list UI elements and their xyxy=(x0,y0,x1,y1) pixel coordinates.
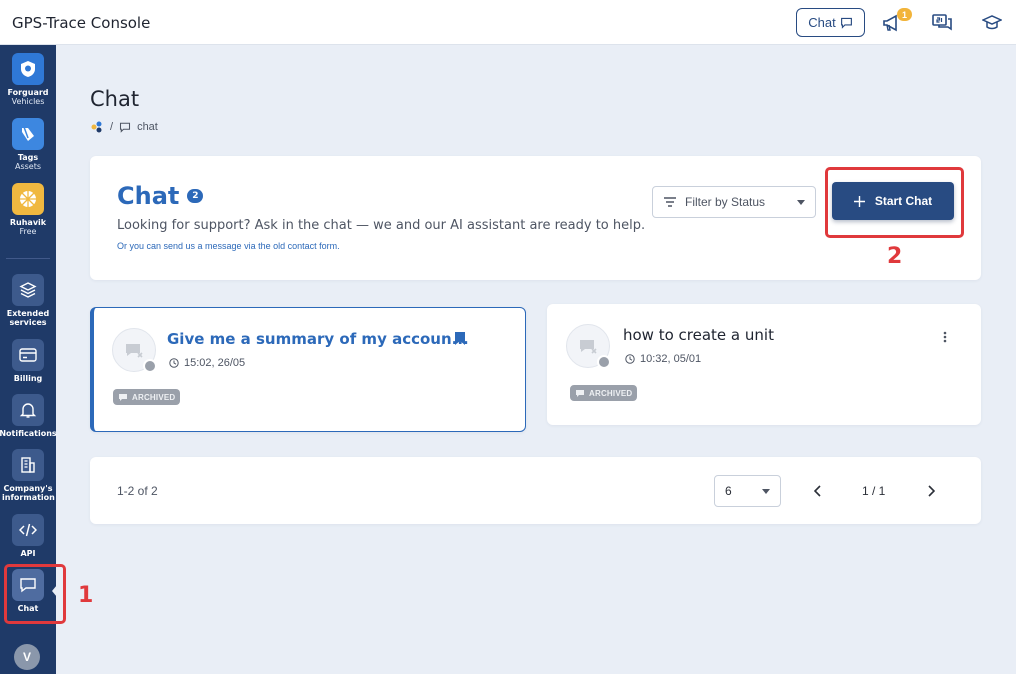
top-chat-label: Chat xyxy=(808,15,836,30)
chat-header-description: Looking for support? Ask in the chat — w… xyxy=(117,218,646,233)
chat-avatar xyxy=(112,328,157,373)
building-icon xyxy=(12,449,44,481)
archived-badge: ARCHIVED xyxy=(113,389,181,405)
tag-icon xyxy=(12,118,44,150)
sidebar-app-sub: Vehicles xyxy=(11,97,45,106)
clock-icon xyxy=(169,358,179,368)
sidebar-item-extended-services[interactable]: Extended services xyxy=(0,274,56,327)
notification-badge: 1 xyxy=(897,8,912,21)
sidebar-divider xyxy=(6,258,50,259)
archived-label: ARCHIVED xyxy=(132,392,176,402)
annotation-box-1 xyxy=(4,564,66,624)
pagination-card: 1-2 of 2 6 1 / 1 xyxy=(90,457,981,524)
chat-count-badge: 2 xyxy=(187,189,204,203)
sidebar-app-label: Tags xyxy=(17,153,39,162)
chat-title[interactable]: Give me a summary of my accoun... xyxy=(167,330,469,348)
shield-icon xyxy=(12,53,44,85)
chat-avatar xyxy=(566,324,611,369)
chat-header-title: Chat 2 xyxy=(117,182,204,210)
sidebar-app-sub: Free xyxy=(19,227,37,236)
sidebar-app-tags[interactable]: Tags Assets xyxy=(0,118,56,171)
sidebar-item-api[interactable]: API xyxy=(0,514,56,558)
chevron-down-icon xyxy=(762,488,770,494)
sidebar-item-label: Notifications xyxy=(0,429,57,438)
graduation-cap-icon[interactable] xyxy=(981,12,1003,34)
breadcrumb-current: chat xyxy=(137,121,158,133)
home-logo-icon[interactable] xyxy=(90,120,104,134)
more-vertical-icon[interactable] xyxy=(943,330,947,348)
sidebar-item-billing[interactable]: Billing xyxy=(0,339,56,383)
offline-status-dot xyxy=(143,359,157,373)
credit-card-icon xyxy=(12,339,44,371)
layers-icon xyxy=(12,274,44,306)
breadcrumb: / chat xyxy=(90,120,158,134)
code-icon xyxy=(12,514,44,546)
filter-by-status-select[interactable]: Filter by Status xyxy=(652,186,816,218)
sidebar-item-company-information[interactable]: Company's information xyxy=(0,449,56,502)
page-indicator: 1 / 1 xyxy=(862,484,886,498)
page-title: Chat xyxy=(90,87,140,111)
filter-placeholder: Filter by Status xyxy=(685,195,766,209)
chat-card[interactable]: how to create a unit 10:32, 05/01 ARCHIV… xyxy=(547,304,981,425)
sidebar-item-label: Company's information xyxy=(2,484,55,502)
ruhavik-icon xyxy=(12,183,44,215)
bell-icon xyxy=(12,394,44,426)
top-bar: GPS-Trace Console Chat 1 xyxy=(0,0,1016,45)
archived-label: ARCHIVED xyxy=(589,388,633,398)
chat-title[interactable]: how to create a unit xyxy=(623,326,774,344)
filter-icon xyxy=(664,197,676,207)
chat-bubble-icon xyxy=(840,17,852,29)
sidebar-app-forguard[interactable]: Forguard Vehicles xyxy=(0,53,56,106)
next-page-button[interactable] xyxy=(921,481,941,501)
offline-status-dot xyxy=(597,355,611,369)
clock-icon xyxy=(625,354,635,364)
sidebar-app-ruhavik[interactable]: Ruhavik Free xyxy=(0,183,56,236)
chat-off-icon xyxy=(119,393,127,401)
chat-off-icon xyxy=(126,344,143,358)
old-contact-form-link[interactable]: Or you can send us a message via the old… xyxy=(117,241,340,251)
chevron-right-icon xyxy=(928,485,935,497)
sidebar-app-sub: Assets xyxy=(14,162,42,171)
per-page-select[interactable]: 6 xyxy=(714,475,781,507)
chat-time-text: 15:02, 26/05 xyxy=(184,357,246,369)
top-chat-button[interactable]: Chat xyxy=(796,8,865,37)
annotation-box-2 xyxy=(825,167,964,238)
sidebar-app-label: Ruhavik xyxy=(9,218,47,227)
breadcrumb-separator: / xyxy=(110,121,114,133)
sidebar-app-label: Forguard xyxy=(7,88,49,97)
chat-card[interactable]: Give me a summary of my accoun... 15:02,… xyxy=(90,307,526,432)
chat-off-icon xyxy=(576,389,584,397)
faq-icon[interactable] xyxy=(931,12,953,34)
pagination-range: 1-2 of 2 xyxy=(117,484,158,498)
chat-off-icon xyxy=(580,340,597,354)
app-title: GPS-Trace Console xyxy=(12,14,151,32)
chat-time: 15:02, 26/05 xyxy=(169,357,245,369)
previous-page-button[interactable] xyxy=(808,481,828,501)
bookmark-icon[interactable] xyxy=(455,332,465,345)
chevron-left-icon xyxy=(814,485,821,497)
avatar[interactable]: V xyxy=(14,644,40,670)
per-page-value: 6 xyxy=(725,484,732,498)
sidebar-item-label: Billing xyxy=(13,374,43,383)
chat-bubble-icon xyxy=(120,122,131,133)
sidebar-item-label: API xyxy=(20,549,36,558)
sidebar-item-label: Extended services xyxy=(6,309,50,327)
annotation-number-2: 2 xyxy=(887,244,903,269)
chat-header-title-text: Chat xyxy=(117,182,180,210)
chat-time-text: 10:32, 05/01 xyxy=(640,353,702,365)
sidebar-item-notifications[interactable]: Notifications xyxy=(0,394,57,438)
chat-time: 10:32, 05/01 xyxy=(625,353,701,365)
annotation-number-1: 1 xyxy=(78,583,94,608)
archived-badge: ARCHIVED xyxy=(570,385,638,401)
chevron-down-icon xyxy=(797,199,805,205)
